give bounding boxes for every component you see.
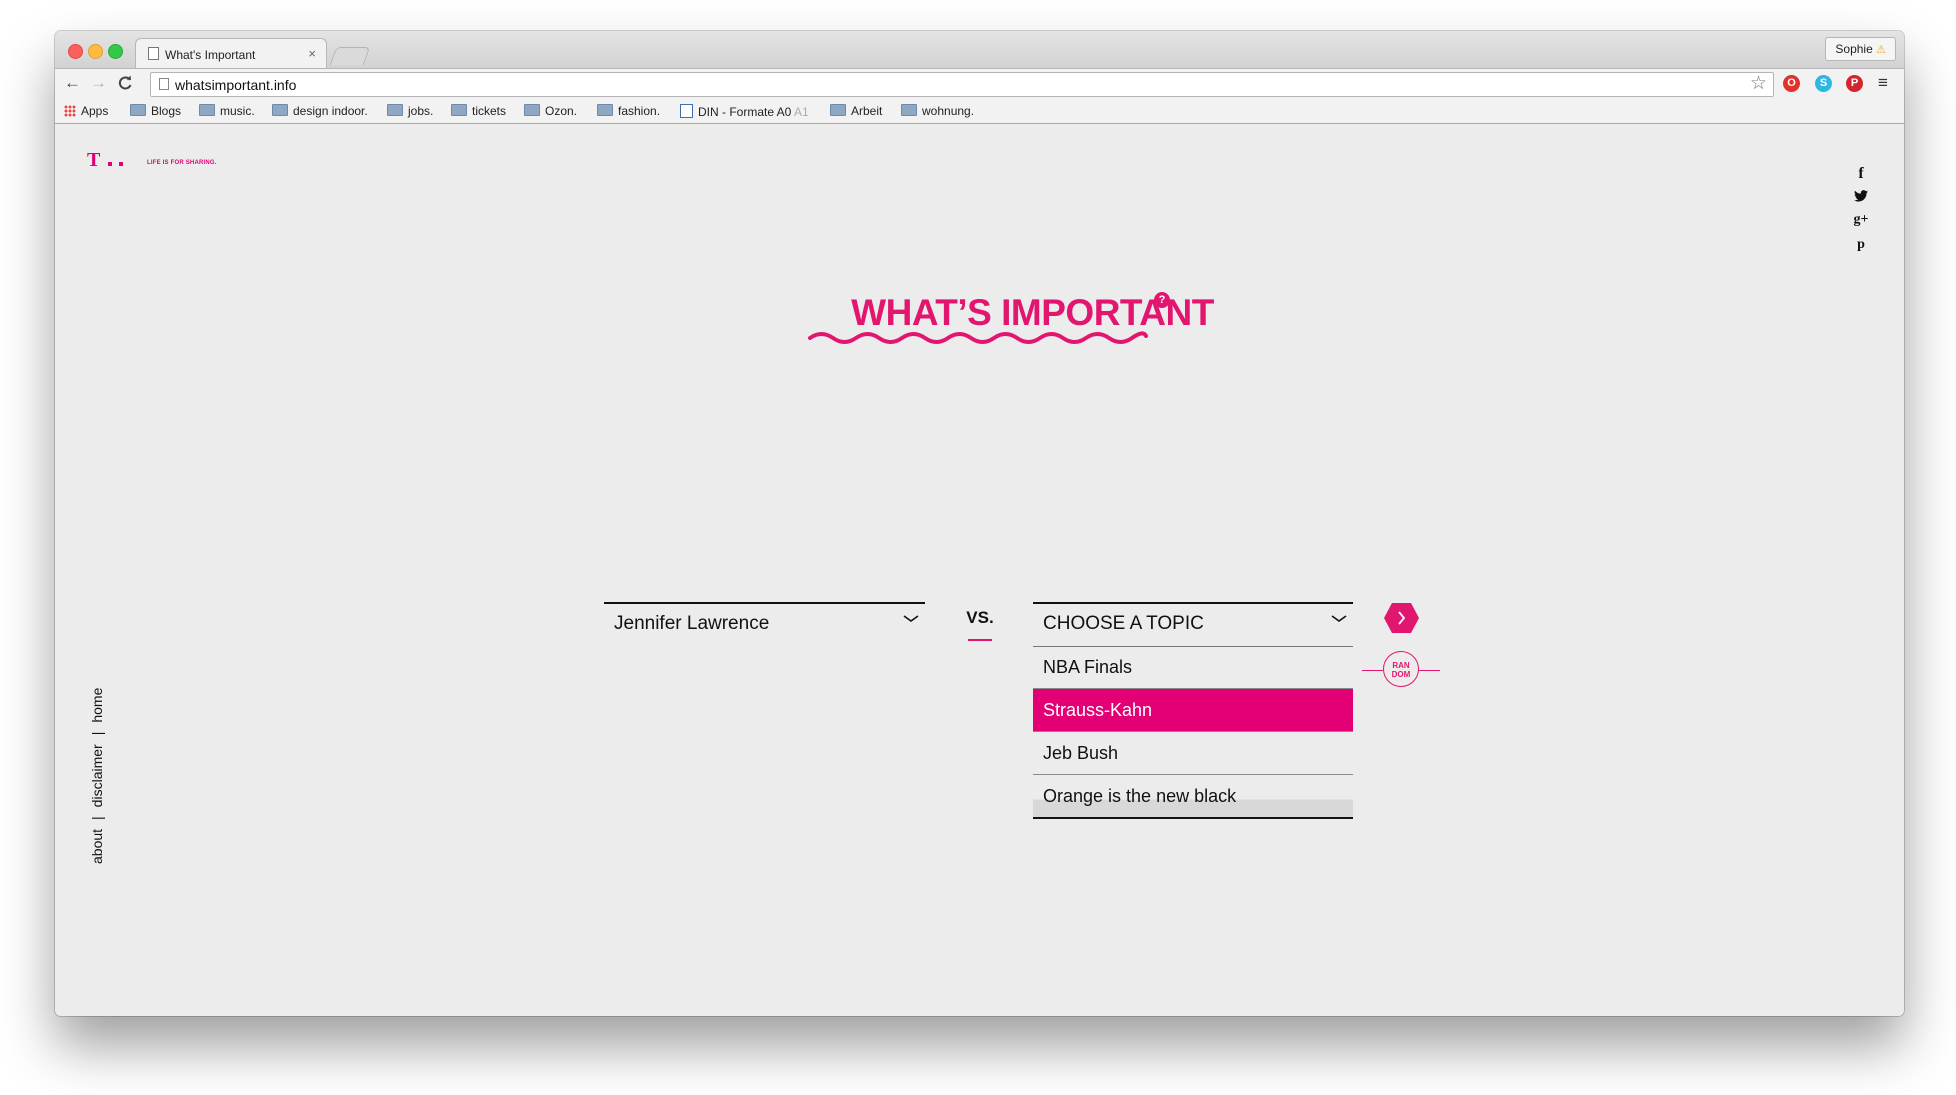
tab-strip: What's Important × Sophie ⚠ <box>55 31 1904 69</box>
topic-option[interactable]: NBA Finals <box>1033 646 1353 689</box>
logo-dot <box>119 162 123 166</box>
chevron-down-icon <box>903 615 919 622</box>
right-topic-select[interactable]: CHOOSE A TOPIC <box>1033 602 1353 647</box>
back-arrow-icon[interactable]: ← <box>64 73 81 93</box>
bookmark-jobs[interactable]: jobs. <box>387 104 433 118</box>
bookmark-ozon[interactable]: Ozon. <box>524 104 577 118</box>
topic-option-selected[interactable]: Strauss-Kahn <box>1033 689 1353 732</box>
page-title: WHAT’S IMPORTANT <box>851 292 1214 333</box>
bookmark-star-icon[interactable]: ☆ <box>1750 73 1767 95</box>
random-line-left <box>1362 670 1383 671</box>
facebook-icon[interactable]: f <box>1851 165 1871 183</box>
vs-underline <box>968 639 992 641</box>
chevron-down-icon <box>1331 615 1347 622</box>
vs-label: VS. <box>966 608 994 627</box>
browser-toolbar: ← → whatsimportant.info ☆ O S P ≡ <box>55 68 1904 99</box>
google-plus-icon[interactable]: g+ <box>1851 212 1871 228</box>
go-next-button[interactable] <box>1383 602 1420 634</box>
nav-about[interactable]: about <box>89 829 105 864</box>
share-extension-icon[interactable]: S <box>1815 75 1832 92</box>
reload-icon[interactable] <box>117 73 133 96</box>
bookmark-fashion[interactable]: fashion. <box>597 104 660 118</box>
browser-window: What's Important × Sophie ⚠ ← → whatsimp… <box>55 31 1904 1016</box>
bookmark-music[interactable]: music. <box>199 104 255 118</box>
left-topic-select[interactable]: Jennifer Lawrence <box>604 602 925 640</box>
nav-separator: | <box>89 816 105 820</box>
folder-icon <box>451 104 467 116</box>
profile-name: Sophie <box>1835 42 1873 56</box>
bookmark-design-indoor[interactable]: design indoor. <box>272 104 368 118</box>
wavy-underline <box>808 331 1148 344</box>
document-icon <box>680 104 693 118</box>
twitter-icon[interactable] <box>1851 189 1871 205</box>
telekom-t-logo: T <box>87 149 101 171</box>
bookmark-arbeit[interactable]: Arbeit <box>830 104 882 118</box>
folder-icon <box>387 104 403 116</box>
page-icon <box>148 47 159 60</box>
profile-button[interactable]: Sophie ⚠ <box>1825 37 1896 61</box>
page-icon <box>159 78 169 90</box>
folder-icon <box>524 104 540 116</box>
topic-options-list: NBA Finals Strauss-Kahn Jeb Bush Orange … <box>1033 646 1353 819</box>
random-line-right <box>1419 670 1440 671</box>
logo-tagline: LIFE IS FOR SHARING. <box>147 160 217 166</box>
folder-icon <box>597 104 613 116</box>
tab-whats-important[interactable]: What's Important × <box>135 38 327 69</box>
folder-icon <box>199 104 215 116</box>
topic-option[interactable]: Orange is the new black <box>1033 775 1353 819</box>
topic-option[interactable]: Jeb Bush <box>1033 732 1353 775</box>
left-select-value: Jennifer Lawrence <box>614 613 770 634</box>
pinterest-extension-icon[interactable]: P <box>1846 75 1863 92</box>
address-bar[interactable]: whatsimportant.info ☆ <box>150 72 1774 97</box>
help-icon[interactable]: ? <box>1154 292 1170 308</box>
bookmark-blogs[interactable]: Blogs <box>130 104 181 118</box>
bookmark-tickets[interactable]: tickets <box>451 104 506 118</box>
right-select-placeholder: CHOOSE A TOPIC <box>1043 613 1204 634</box>
side-navigation: about | disclaimer | home <box>89 664 109 864</box>
bookmark-apps[interactable]: Apps <box>64 104 108 118</box>
nav-home[interactable]: home <box>89 688 105 723</box>
tab-close-icon[interactable]: × <box>308 46 316 61</box>
bookmarks-bar: Apps Blogs music. design indoor. jobs. t… <box>55 98 1904 124</box>
new-tab-button[interactable] <box>329 47 371 65</box>
browser-menu-icon[interactable]: ≡ <box>1878 74 1888 92</box>
page-content: T LIFE IS FOR SHARING. f g+ p WHAT’S IMP… <box>55 124 1904 1016</box>
apps-grid-icon <box>64 105 76 117</box>
opera-extension-icon[interactable]: O <box>1783 75 1800 92</box>
url-text: whatsimportant.info <box>175 77 297 93</box>
random-circle: RAN DOM <box>1383 651 1419 687</box>
maximize-window-button[interactable] <box>108 44 123 59</box>
minimize-window-button[interactable] <box>88 44 103 59</box>
warning-icon: ⚠ <box>1876 44 1886 56</box>
nav-disclaimer[interactable]: disclaimer <box>89 744 105 807</box>
close-window-button[interactable] <box>68 44 83 59</box>
tab-title: What's Important <box>165 48 256 62</box>
folder-icon <box>830 104 846 116</box>
folder-icon <box>130 104 146 116</box>
nav-separator: | <box>89 731 105 736</box>
logo-dot <box>108 162 112 166</box>
forward-arrow-icon[interactable]: → <box>90 73 107 93</box>
folder-icon <box>901 104 917 116</box>
bookmark-din-formate[interactable]: DIN - Formate A0 A1 <box>680 104 809 119</box>
pinterest-icon[interactable]: p <box>1851 237 1871 253</box>
bookmark-wohnung[interactable]: wohnung. <box>901 104 974 118</box>
folder-icon <box>272 104 288 116</box>
